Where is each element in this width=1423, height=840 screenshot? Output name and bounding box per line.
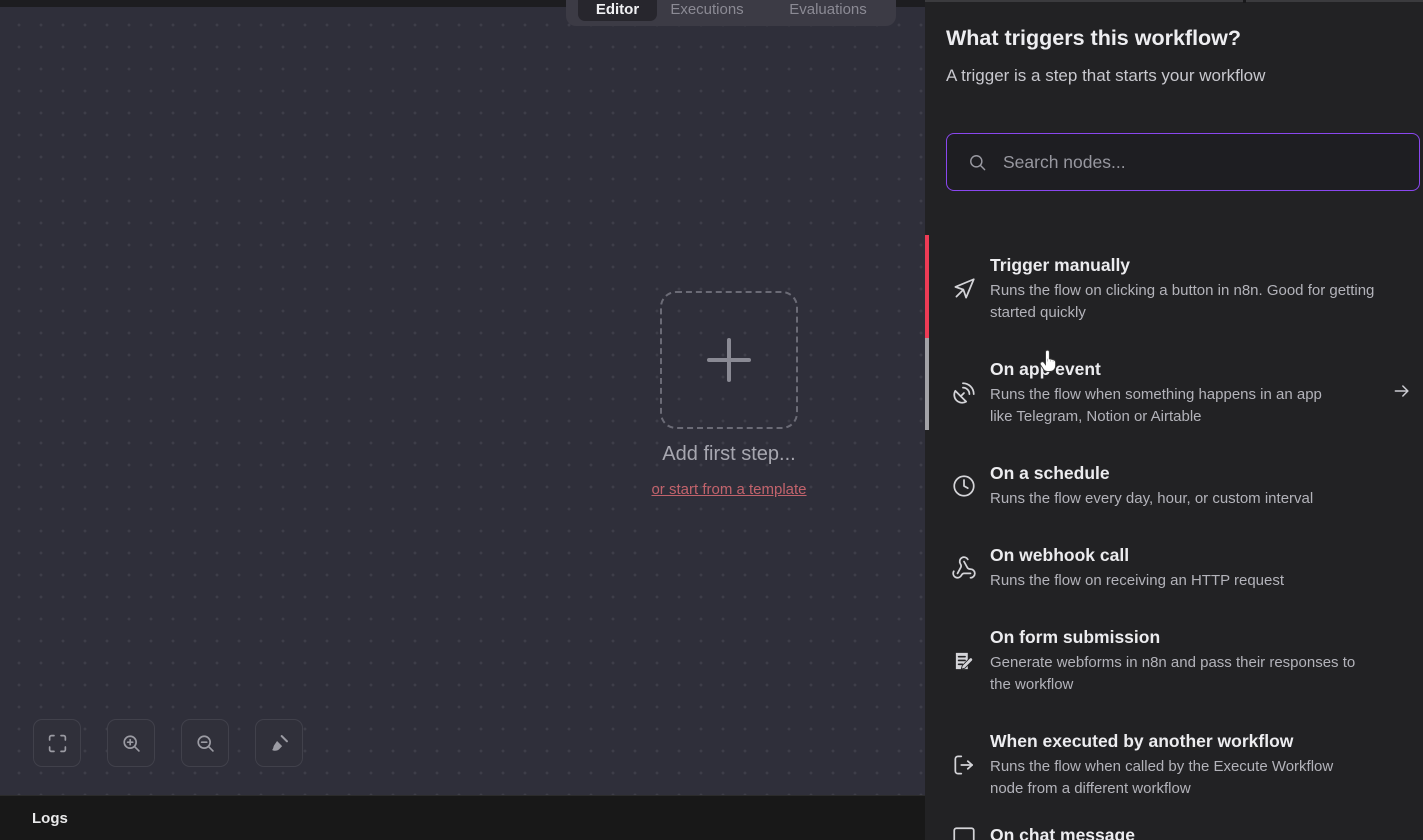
item-title: When executed by another workflow xyxy=(990,731,1370,752)
logs-title: Logs xyxy=(32,810,68,827)
tab-evaluations[interactable]: Evaluations xyxy=(789,0,867,19)
panel-top-border xyxy=(925,0,1423,2)
item-title: Trigger manually xyxy=(990,255,1402,276)
zoom-in-icon xyxy=(121,733,142,754)
clock-icon xyxy=(951,473,977,499)
plus-icon xyxy=(706,337,752,383)
form-pencil-icon xyxy=(951,648,977,674)
trigger-item-form-submission[interactable]: On form submission Generate webforms in … xyxy=(925,609,1423,713)
search-icon xyxy=(968,153,987,172)
mouse-pointer-icon xyxy=(951,276,977,302)
zoom-in-button[interactable] xyxy=(107,719,155,767)
message-square-icon xyxy=(951,825,977,840)
satellite-dish-icon xyxy=(951,380,977,406)
trigger-item-manually[interactable]: Trigger manually Runs the flow on clicki… xyxy=(925,237,1423,341)
scrollbar-thumb[interactable] xyxy=(925,338,929,430)
broom-icon xyxy=(269,733,290,754)
add-first-step-button[interactable] xyxy=(660,291,798,429)
trigger-list: Trigger manually Runs the flow on clicki… xyxy=(925,237,1423,840)
search-nodes-input[interactable] xyxy=(1003,152,1383,173)
panel-subtitle: A trigger is a step that starts your wor… xyxy=(946,66,1265,86)
panel-top-divider xyxy=(1243,0,1246,3)
tab-executions[interactable]: Executions xyxy=(670,0,743,19)
item-title: On form submission xyxy=(990,627,1368,648)
item-title: On app event xyxy=(990,359,1346,380)
add-first-step-label: Add first step... xyxy=(662,443,795,466)
view-tabbar: Editor Executions Evaluations xyxy=(566,0,896,26)
item-title: On webhook call xyxy=(990,545,1402,566)
panel-title: What triggers this workflow? xyxy=(946,26,1241,51)
submenu-arrow-icon xyxy=(1392,381,1412,406)
trigger-item-chat-message[interactable]: On chat message xyxy=(925,817,1423,840)
start-from-template-link[interactable]: or start from a template xyxy=(651,481,806,498)
fit-view-icon xyxy=(47,733,68,754)
item-title: On a schedule xyxy=(990,463,1402,484)
item-description: Runs the flow when something happens in … xyxy=(990,384,1346,428)
item-title: On chat message xyxy=(990,825,1402,840)
item-description: Runs the flow on clicking a button in n8… xyxy=(990,280,1402,324)
tidy-up-button[interactable] xyxy=(255,719,303,767)
trigger-accent-bar xyxy=(925,235,929,338)
item-description: Runs the flow on receiving an HTTP reque… xyxy=(990,570,1402,592)
logs-panel-header[interactable]: Logs xyxy=(0,795,925,840)
trigger-item-executed-by-workflow[interactable]: When executed by another workflow Runs t… xyxy=(925,713,1423,817)
tab-editor[interactable]: Editor xyxy=(578,0,657,21)
trigger-item-app-event[interactable]: On app event Runs the flow when somethin… xyxy=(925,341,1423,445)
trigger-item-schedule[interactable]: On a schedule Runs the flow every day, h… xyxy=(925,445,1423,527)
webhook-icon xyxy=(951,555,977,581)
search-nodes-box[interactable] xyxy=(946,133,1420,191)
zoom-out-button[interactable] xyxy=(181,719,229,767)
item-description: Runs the flow when called by the Execute… xyxy=(990,756,1370,800)
execute-workflow-icon xyxy=(951,752,977,778)
node-creator-panel: What triggers this workflow? A trigger i… xyxy=(925,0,1423,840)
workflow-canvas[interactable]: Editor Executions Evaluations Add first … xyxy=(0,0,925,795)
item-description: Generate webforms in n8n and pass their … xyxy=(990,652,1368,696)
zoom-out-icon xyxy=(195,733,216,754)
item-description: Runs the flow every day, hour, or custom… xyxy=(990,488,1402,510)
fit-view-button[interactable] xyxy=(33,719,81,767)
canvas-controls xyxy=(33,719,303,767)
trigger-item-webhook[interactable]: On webhook call Runs the flow on receivi… xyxy=(925,527,1423,609)
